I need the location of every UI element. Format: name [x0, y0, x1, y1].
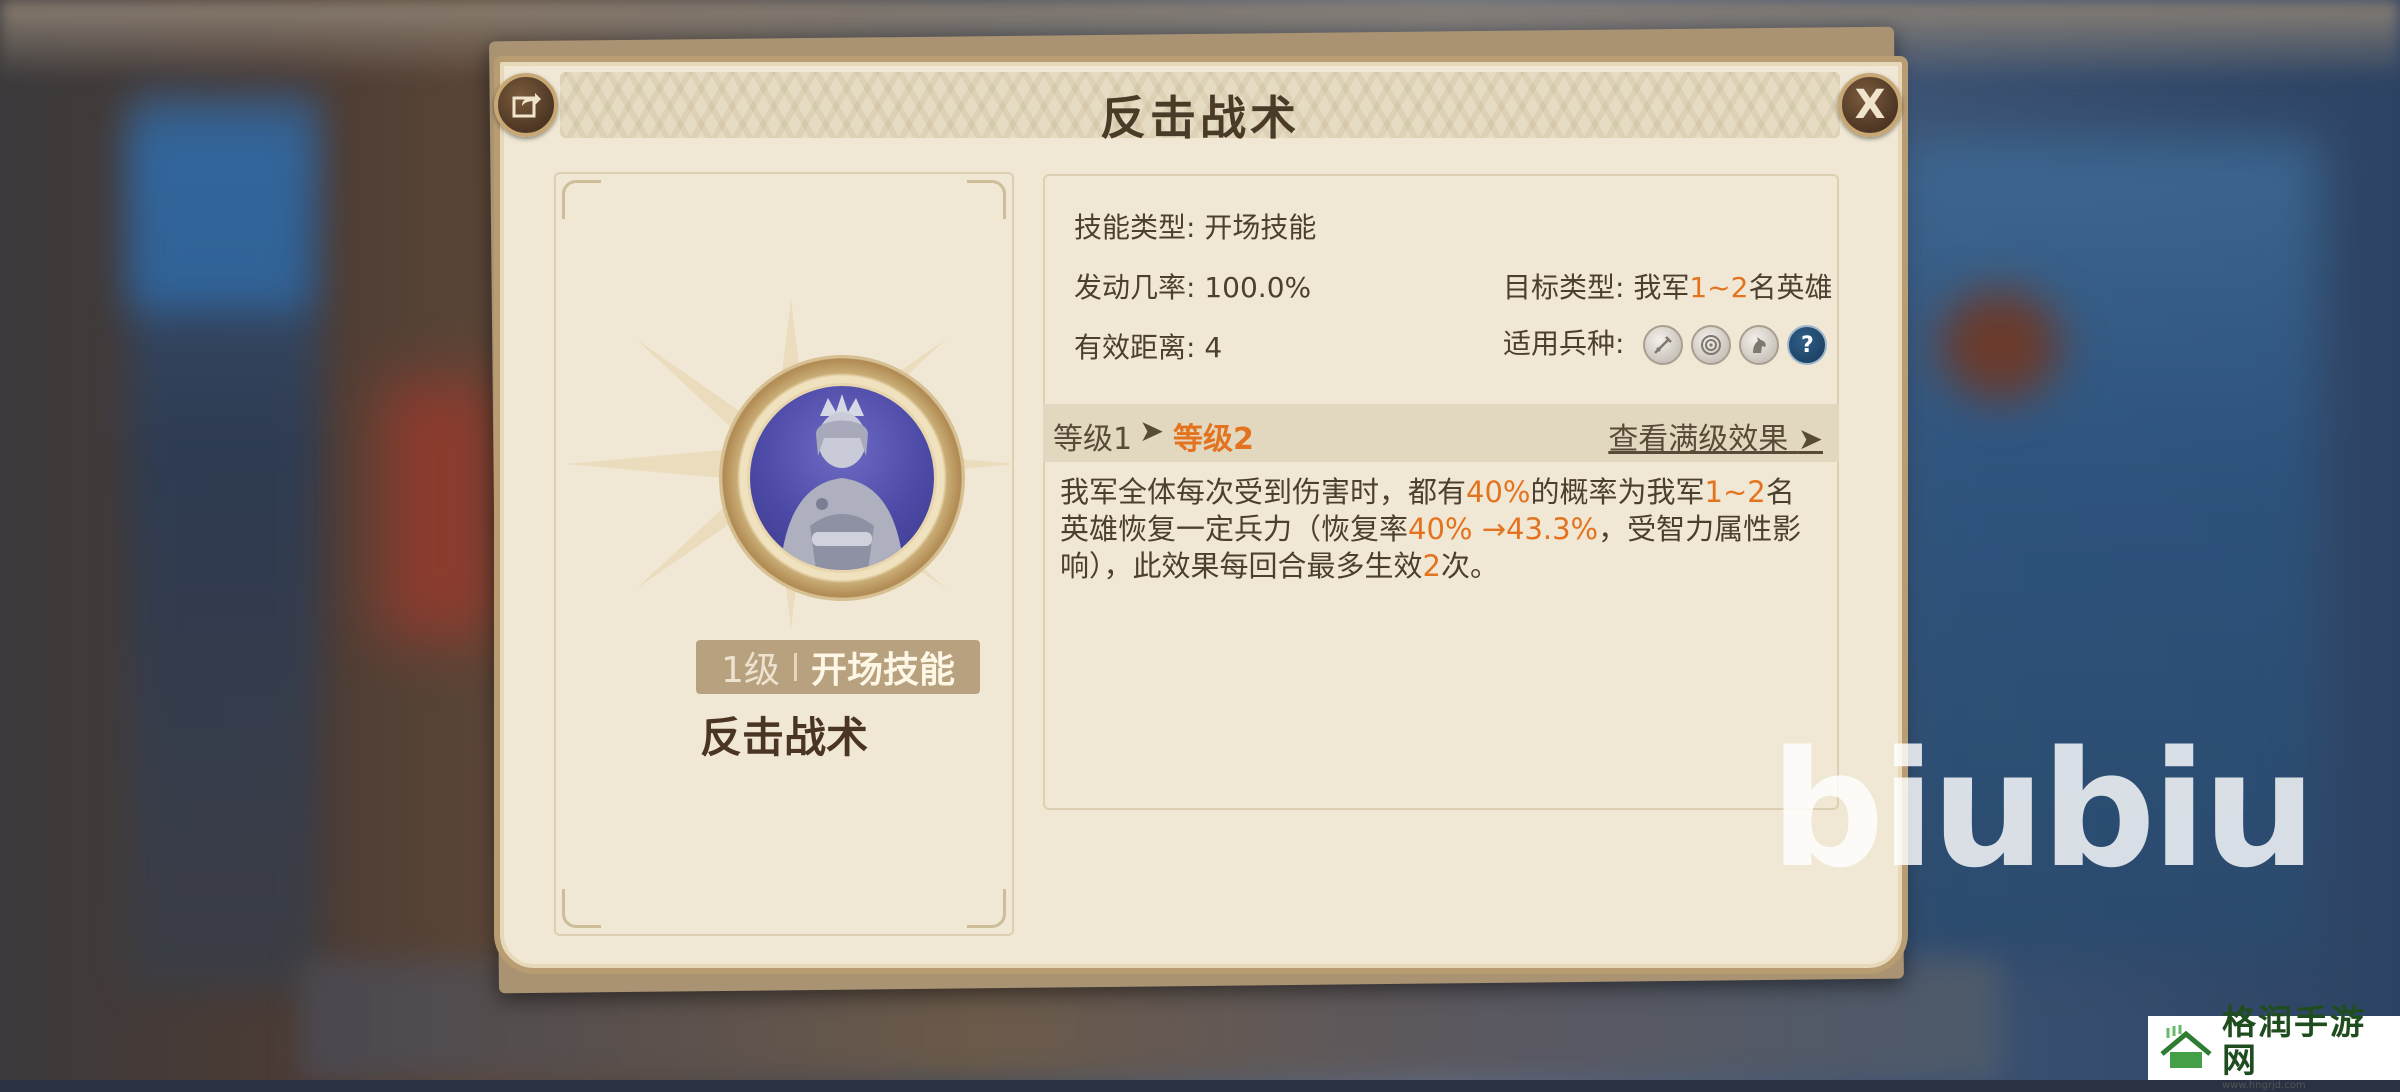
skill-type-tag: 开场技能 — [810, 650, 955, 691]
skill-level-badge: 1级 开场技能 — [696, 640, 980, 694]
dialog-title: 反击战术 — [1100, 91, 1300, 145]
trigger-rate-row: 发动几率: 100.0% — [1074, 271, 1312, 304]
next-level: 等级2 — [1173, 422, 1254, 457]
share-button[interactable] — [494, 73, 558, 137]
troop-type-row: 适用兵种: ? — [1503, 322, 1828, 365]
level-arrow: ➤ — [1139, 414, 1165, 449]
horse-icon[interactable] — [1739, 325, 1780, 365]
close-button[interactable]: X — [1838, 73, 1902, 137]
sword-icon[interactable] — [1643, 325, 1684, 365]
hero-portrait — [747, 383, 937, 573]
range-row: 有效距离: 4 — [1074, 331, 1223, 364]
target-type-row: 目标类型: 我军1~2名英雄 — [1503, 271, 1833, 304]
site-watermark: 格润手游网 www.hngrjd.com — [2148, 1004, 2400, 1091]
current-level: 等级1 — [1053, 422, 1133, 457]
level-bar: 等级1 ➤ 等级2 查看满级效果 ➤ — [1043, 404, 1839, 462]
site-logo-icon — [2160, 1024, 2212, 1072]
skill-card: 1级 开场技能 反击战术 — [554, 172, 1016, 936]
skill-name: 反击战术 — [699, 713, 868, 762]
skill-level: 1级 — [721, 650, 780, 691]
skill-detail-dialog: 反击战术 X 1级 开场技能 反击战术 技能类型: 开场技能 发动几率: 100… — [494, 56, 1908, 974]
question-icon[interactable]: ? — [1787, 325, 1828, 365]
site-name: 格润手游网 — [2222, 1003, 2366, 1081]
target-icon[interactable] — [1691, 325, 1732, 365]
skill-description: 我军全体每次受到伤害时，都有40%的概率为我军1~2名英雄恢复一定兵力（恢复率4… — [1060, 475, 1802, 583]
biubiu-watermark: biubiu — [1770, 716, 2317, 903]
skill-type-row: 技能类型: 开场技能 — [1074, 211, 1317, 244]
site-url: www.hngrjd.com — [2222, 1080, 2306, 1091]
close-icon: X — [1854, 82, 1886, 128]
view-max-level-link[interactable]: 查看满级效果 ➤ — [1608, 414, 1823, 458]
hero-portrait-frame — [722, 358, 962, 598]
chevron-right-icon: ➤ — [1797, 422, 1823, 457]
title-bar: 反击战术 — [560, 72, 1840, 145]
share-icon — [512, 93, 541, 118]
